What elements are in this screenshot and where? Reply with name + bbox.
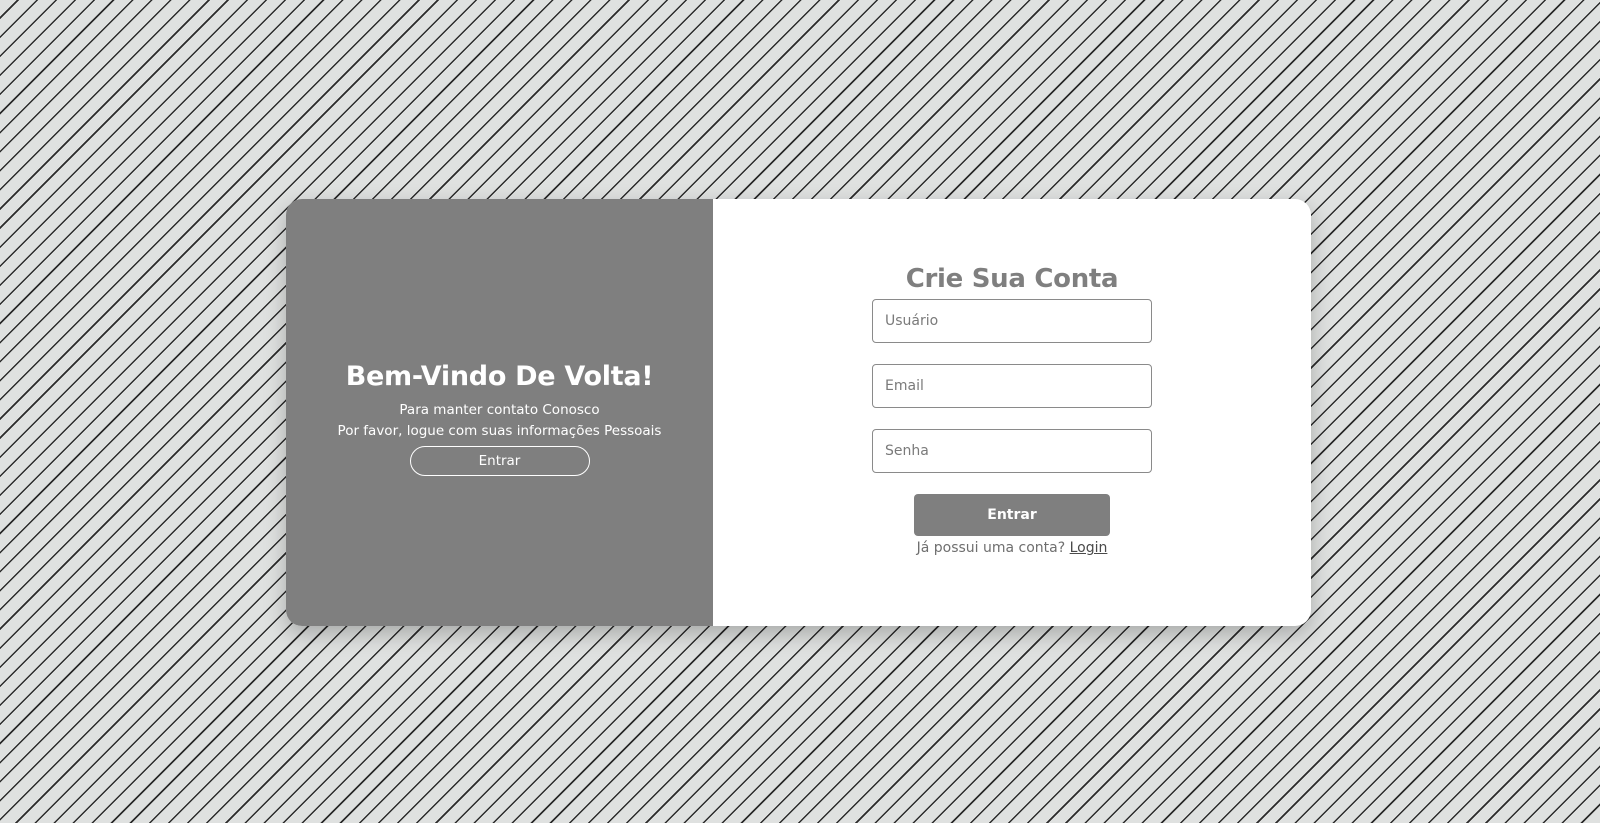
signup-panel: Crie Sua Conta Entrar Já possui uma cont… xyxy=(713,199,1311,626)
welcome-text-line-1: Para manter contato Conosco xyxy=(399,402,600,418)
login-prompt: Já possui uma conta? Login xyxy=(917,540,1108,556)
welcome-text-line-2: Por favor, logue com suas informações Pe… xyxy=(337,423,662,439)
login-link[interactable]: Login xyxy=(1070,540,1108,556)
email-input[interactable] xyxy=(872,364,1152,408)
username-input[interactable] xyxy=(872,299,1152,343)
login-prompt-text: Já possui uma conta? xyxy=(916,540,1070,556)
auth-card: Bem-Vindo De Volta! Para manter contato … xyxy=(286,199,1311,626)
welcome-panel: Bem-Vindo De Volta! Para manter contato … xyxy=(286,199,713,626)
sign-in-button[interactable]: Entrar xyxy=(409,446,590,476)
submit-button[interactable]: Entrar xyxy=(914,494,1110,536)
form-title: Crie Sua Conta xyxy=(905,264,1119,294)
password-input[interactable] xyxy=(872,429,1152,473)
welcome-title: Bem-Vindo De Volta! xyxy=(345,361,654,392)
